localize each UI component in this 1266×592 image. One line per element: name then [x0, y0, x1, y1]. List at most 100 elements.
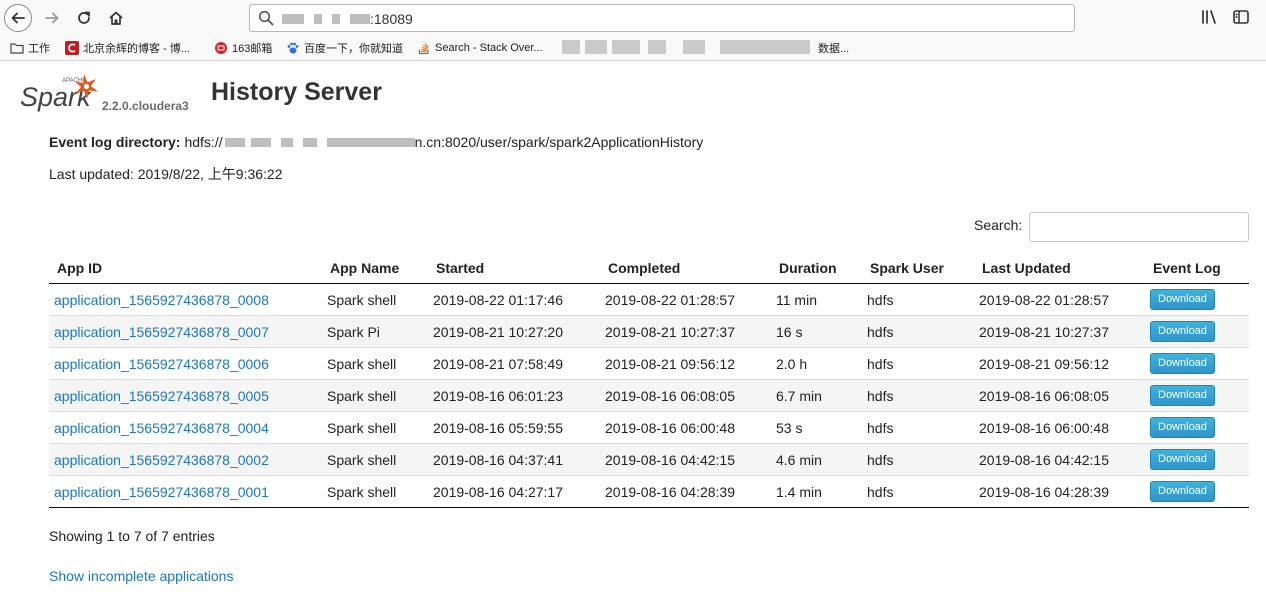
table-row: application_1565927436878_0002 Spark she…: [49, 443, 1249, 476]
completed-cell: 2019-08-21 10:27:37: [600, 315, 771, 348]
redacted-text: [250, 137, 271, 147]
started-cell: 2019-08-16 05:59:55: [428, 411, 600, 444]
reload-button[interactable]: [70, 4, 98, 32]
table-row: application_1565927436878_0004 Spark she…: [49, 411, 1249, 444]
last-updated-cell: 2019-08-16 04:28:39: [974, 475, 1145, 508]
event-log-prefix: hdfs://: [184, 134, 223, 150]
duration-cell: 4.6 min: [771, 443, 862, 476]
completed-cell: 2019-08-16 04:42:15: [600, 443, 771, 476]
column-header-app-id[interactable]: App ID: [49, 252, 322, 284]
spark-version: 2.2.0.cloudera3: [102, 99, 189, 113]
spark-user-cell: hdfs: [862, 443, 974, 476]
completed-cell: 2019-08-16 04:28:39: [600, 475, 771, 508]
download-button[interactable]: Download: [1150, 449, 1215, 470]
folder-icon: [10, 43, 24, 54]
redacted-bookmark: [585, 40, 607, 54]
spark-user-cell: hdfs: [862, 411, 974, 444]
completed-cell: 2019-08-16 06:00:48: [600, 411, 771, 444]
app-id-link[interactable]: application_1565927436878_0004: [54, 420, 269, 436]
spark-user-cell: hdfs: [862, 379, 974, 412]
table-row: application_1565927436878_0007 Spark Pi …: [49, 315, 1249, 348]
spark-user-cell: hdfs: [862, 475, 974, 508]
app-id-link[interactable]: application_1565927436878_0006: [54, 356, 269, 372]
download-button[interactable]: Download: [1150, 321, 1215, 342]
search-label: Search:: [974, 217, 1023, 233]
download-button[interactable]: Download: [1150, 417, 1215, 438]
bookmark-163[interactable]: 163邮箱: [214, 40, 272, 56]
last-updated-cell: 2019-08-21 10:27:37: [974, 315, 1145, 348]
arrow-right-icon: [45, 12, 59, 24]
column-header-spark-user[interactable]: Spark User: [862, 252, 974, 284]
csdn-icon: [65, 41, 79, 55]
event-log-directory: Event log directory: hdfs:// n.cn:8020/u…: [49, 134, 703, 150]
started-cell: 2019-08-21 07:58:49: [428, 347, 600, 380]
redacted-text: [332, 14, 340, 24]
search-input[interactable]: [1029, 212, 1249, 242]
duration-cell: 16 s: [771, 315, 862, 348]
app-name-cell: Spark shell: [322, 347, 428, 380]
column-header-started[interactable]: Started: [428, 252, 600, 284]
column-header-last-updated[interactable]: Last Updated: [974, 252, 1145, 284]
app-name-cell: Spark shell: [327, 291, 397, 308]
last-updated-cell: 2019-08-22 01:28:57: [979, 291, 1109, 308]
app-id-link[interactable]: application_1565927436878_0005: [54, 388, 269, 404]
duration-cell: 11 min: [776, 291, 817, 308]
redacted-text: [224, 137, 245, 147]
redacted-text: [326, 137, 415, 147]
app-name-cell: Spark shell: [322, 411, 428, 444]
app-id-link[interactable]: application_1565927436878_0001: [54, 484, 269, 500]
app-name-cell: Spark shell: [322, 379, 428, 412]
download-button[interactable]: Download: [1150, 385, 1215, 406]
url-host: :18089: [282, 11, 413, 27]
forward-button[interactable]: [38, 4, 66, 32]
home-button[interactable]: [102, 4, 130, 32]
app-name-cell: Spark shell: [322, 443, 428, 476]
app-id-link[interactable]: application_1565927436878_0008: [54, 292, 269, 308]
table-row: application_1565927436878_0005 Spark she…: [49, 379, 1249, 412]
duration-cell: 6.7 min: [771, 379, 862, 412]
last-updated-cell: 2019-08-16 04:42:15: [974, 443, 1145, 476]
app-id-link[interactable]: application_1565927436878_0007: [54, 324, 269, 340]
bookmark-stackoverflow[interactable]: Search - Stack Over...: [417, 40, 543, 56]
library-icon[interactable]: [1200, 8, 1218, 26]
applications-table: App ID App Name Started Completed Durati…: [49, 252, 1249, 508]
column-header-event-log[interactable]: Event Log: [1145, 252, 1249, 284]
redacted-bookmark: [720, 40, 810, 54]
column-header-app-name[interactable]: App Name: [322, 252, 428, 284]
browser-toolbar: :18089: [0, 0, 1266, 36]
redacted-bookmark: [683, 40, 705, 54]
url-bar[interactable]: :18089: [249, 4, 1075, 32]
back-button[interactable]: [4, 4, 32, 32]
redacted-bookmark: [612, 40, 640, 54]
download-button[interactable]: Download: [1150, 481, 1215, 502]
app-name-cell: Spark Pi: [322, 315, 428, 348]
column-header-completed[interactable]: Completed: [600, 252, 771, 284]
table-row: application_1565927436878_0001 Spark she…: [49, 475, 1249, 508]
sidebar-icon[interactable]: [1232, 8, 1250, 26]
bookmark-data[interactable]: 数据...: [818, 40, 849, 56]
spark-user-cell: hdfs: [862, 315, 974, 348]
last-updated-cell: 2019-08-16 06:08:05: [974, 379, 1145, 412]
download-button[interactable]: Download: [1150, 353, 1215, 374]
column-header-duration[interactable]: Duration: [771, 252, 862, 284]
download-button[interactable]: Download: [1150, 289, 1215, 310]
duration-cell: 2.0 h: [771, 347, 862, 380]
arrow-left-icon: [11, 12, 25, 24]
redacted-text: [280, 137, 293, 147]
started-cell: 2019-08-16 04:37:41: [428, 443, 600, 476]
table-header-row: App ID App Name Started Completed Durati…: [49, 252, 1249, 284]
show-incomplete-link[interactable]: Show incomplete applications: [49, 568, 233, 584]
reload-icon: [78, 11, 90, 24]
redacted-text: [302, 137, 317, 147]
redacted-text: [350, 14, 370, 24]
app-id-link[interactable]: application_1565927436878_0002: [54, 452, 269, 468]
started-cell: 2019-08-22 01:17:46: [433, 291, 563, 308]
bookmark-work[interactable]: 工作: [10, 40, 50, 56]
table-row: application_1565927436878_0006 Spark she…: [49, 347, 1249, 380]
page-title: History Server: [211, 78, 382, 106]
event-log-label: Event log directory:: [49, 134, 181, 150]
spark-logo: APACHE Spark: [20, 74, 98, 112]
bookmark-baidu[interactable]: 百度一下，你就知道: [286, 40, 403, 56]
completed-cell: 2019-08-21 09:56:12: [600, 347, 771, 380]
bookmark-csdn[interactable]: 北京余辉的博客 - 博...: [65, 40, 190, 56]
